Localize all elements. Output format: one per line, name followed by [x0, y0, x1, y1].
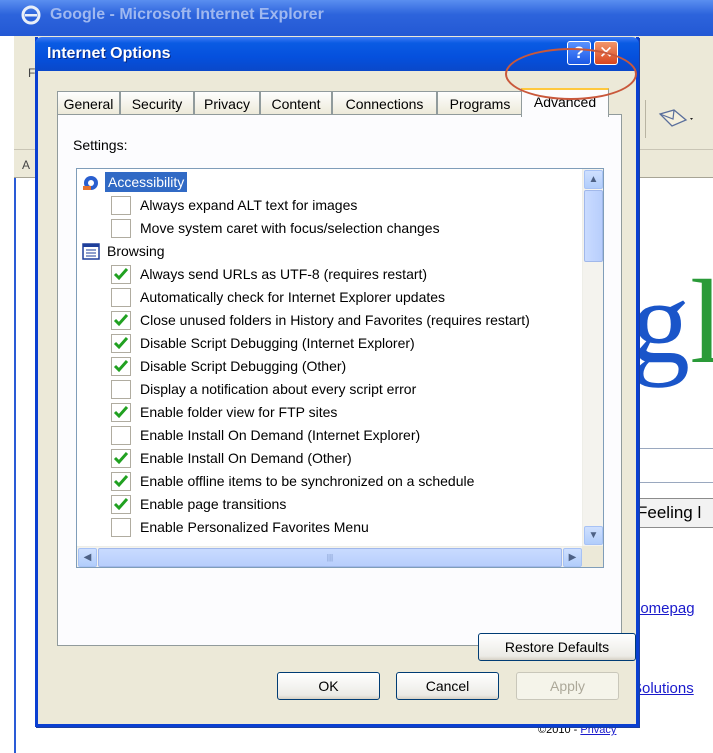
settings-label-text: Disable Script Debugging (Other) — [140, 358, 347, 374]
settings-label-text: Move system caret with focus/selection c… — [140, 220, 440, 236]
browsing-icon — [82, 243, 100, 260]
checkmark-icon — [113, 336, 129, 354]
horizontal-scroll-thumb[interactable]: ||| — [98, 548, 562, 567]
tab-privacy[interactable]: Privacy — [194, 91, 260, 115]
settings-label-text: Enable Install On Demand (Other) — [140, 450, 352, 466]
settings-option[interactable]: Enable Install On Demand (Internet Explo… — [77, 424, 577, 447]
option-checkbox[interactable] — [111, 518, 131, 537]
settings-label-text: Accessibility — [105, 172, 188, 192]
settings-group[interactable]: Accessibility — [77, 171, 577, 194]
option-checkbox[interactable] — [111, 495, 131, 514]
settings-option[interactable]: Enable Personalized Favorites Menu — [77, 516, 577, 539]
option-checkbox[interactable] — [111, 196, 131, 215]
settings-option[interactable]: Always expand ALT text for images — [77, 194, 577, 217]
scroll-down-button[interactable]: ▼ — [584, 526, 603, 545]
settings-option[interactable]: Enable Install On Demand (Other) — [77, 447, 577, 470]
option-checkbox[interactable] — [111, 311, 131, 330]
settings-label-text: Automatically check for Internet Explore… — [140, 289, 446, 305]
settings-label-text: Enable folder view for FTP sites — [140, 404, 338, 420]
settings-label-text: Close unused folders in History and Favo… — [140, 312, 530, 328]
option-checkbox[interactable] — [111, 334, 131, 353]
settings-option[interactable]: Display a notification about every scrip… — [77, 378, 577, 401]
settings-label-text: Enable Install On Demand (Internet Explo… — [140, 427, 421, 443]
option-checkbox[interactable] — [111, 265, 131, 284]
vertical-scroll-thumb[interactable] — [584, 190, 603, 262]
tab-programs[interactable]: Programs — [437, 91, 523, 115]
search-box-edge — [632, 448, 713, 449]
settings-option[interactable]: Enable page transitions — [77, 493, 577, 516]
cancel-button[interactable]: Cancel — [396, 672, 499, 700]
checkmark-icon — [113, 451, 129, 469]
scroll-right-button[interactable]: ▶ — [563, 548, 582, 567]
settings-label-text: Always expand ALT text for images — [140, 197, 358, 213]
mail-icon[interactable] — [656, 106, 696, 132]
annotation-circle — [505, 48, 637, 100]
apply-button[interactable]: Apply — [516, 672, 619, 700]
scroll-corner — [582, 546, 603, 567]
settings-option[interactable]: Move system caret with focus/selection c… — [77, 217, 577, 240]
address-label: A — [22, 158, 31, 172]
checkmark-icon — [113, 405, 129, 423]
settings-option[interactable]: Close unused folders in History and Favo… — [77, 309, 577, 332]
settings-label-text: Display a notification about every scrip… — [140, 381, 417, 397]
ie-logo-icon — [21, 5, 41, 25]
tab-connections[interactable]: Connections — [332, 91, 437, 115]
horizontal-scrollbar[interactable]: ◀ ||| ▶ — [77, 546, 583, 567]
settings-option[interactable]: Automatically check for Internet Explore… — [77, 286, 577, 309]
settings-label-text: Enable Personalized Favorites Menu — [140, 519, 369, 535]
checkmark-icon — [113, 497, 129, 515]
settings-label-text: Always send URLs as UTF-8 (requires rest… — [140, 266, 428, 282]
google-logo: gl — [630, 255, 713, 388]
settings-option[interactable]: Always send URLs as UTF-8 (requires rest… — [77, 263, 577, 286]
internet-options-dialog: Internet Options ? ✕ General Security Priv… — [35, 37, 639, 727]
settings-option[interactable]: Disable Script Debugging (Other) — [77, 355, 577, 378]
settings-label: Settings: — [73, 137, 128, 153]
ie-title-text: Google - Microsoft Internet Explorer — [50, 6, 324, 23]
toolbar-divider — [645, 100, 646, 138]
dialog-title: Internet Options — [47, 45, 171, 62]
settings-option[interactable]: Enable folder view for FTP sites — [77, 401, 577, 424]
checkmark-icon — [113, 474, 129, 492]
settings-option[interactable]: Enable offline items to be synchronized … — [77, 470, 577, 493]
settings-label-text: Disable Script Debugging (Internet Explo… — [140, 335, 415, 351]
checkmark-icon — [113, 359, 129, 377]
ok-button[interactable]: OK — [277, 672, 380, 700]
settings-label-text: Enable page transitions — [140, 496, 287, 512]
checkmark-icon — [113, 313, 129, 331]
option-checkbox[interactable] — [111, 403, 131, 422]
settings-tree[interactable]: Accessibility Always expand ALT text for … — [76, 168, 604, 568]
option-checkbox[interactable] — [111, 449, 131, 468]
tab-security[interactable]: Security — [120, 91, 194, 115]
option-checkbox[interactable] — [111, 426, 131, 445]
scroll-left-button[interactable]: ◀ — [78, 548, 97, 567]
option-checkbox[interactable] — [111, 288, 131, 307]
search-box-line — [632, 482, 713, 483]
option-checkbox[interactable] — [111, 219, 131, 238]
option-checkbox[interactable] — [111, 357, 131, 376]
homepage-link[interactable]: homepag — [632, 600, 695, 617]
option-checkbox[interactable] — [111, 380, 131, 399]
vertical-scrollbar[interactable]: ▲ ▼ — [582, 169, 603, 547]
tab-general[interactable]: General — [57, 91, 120, 115]
restore-defaults-button[interactable]: Restore Defaults — [478, 633, 636, 661]
settings-list: Accessibility Always expand ALT text for … — [77, 171, 577, 539]
settings-label-text: Enable offline items to be synchronized … — [140, 473, 475, 489]
scroll-up-button[interactable]: ▲ — [584, 170, 603, 189]
ie-titlebar: Google - Microsoft Internet Explorer — [0, 0, 713, 36]
option-checkbox[interactable] — [111, 472, 131, 491]
tab-content[interactable]: Content — [260, 91, 332, 115]
settings-option[interactable]: Disable Script Debugging (Internet Explo… — [77, 332, 577, 355]
solutions-link[interactable]: Solutions — [632, 680, 694, 697]
accessibility-icon — [82, 174, 100, 191]
feeling-lucky-button[interactable]: Feeling l — [630, 498, 713, 528]
settings-group[interactable]: Browsing — [77, 240, 577, 263]
settings-label-text: Browsing — [107, 243, 165, 259]
checkmark-icon — [113, 267, 129, 285]
